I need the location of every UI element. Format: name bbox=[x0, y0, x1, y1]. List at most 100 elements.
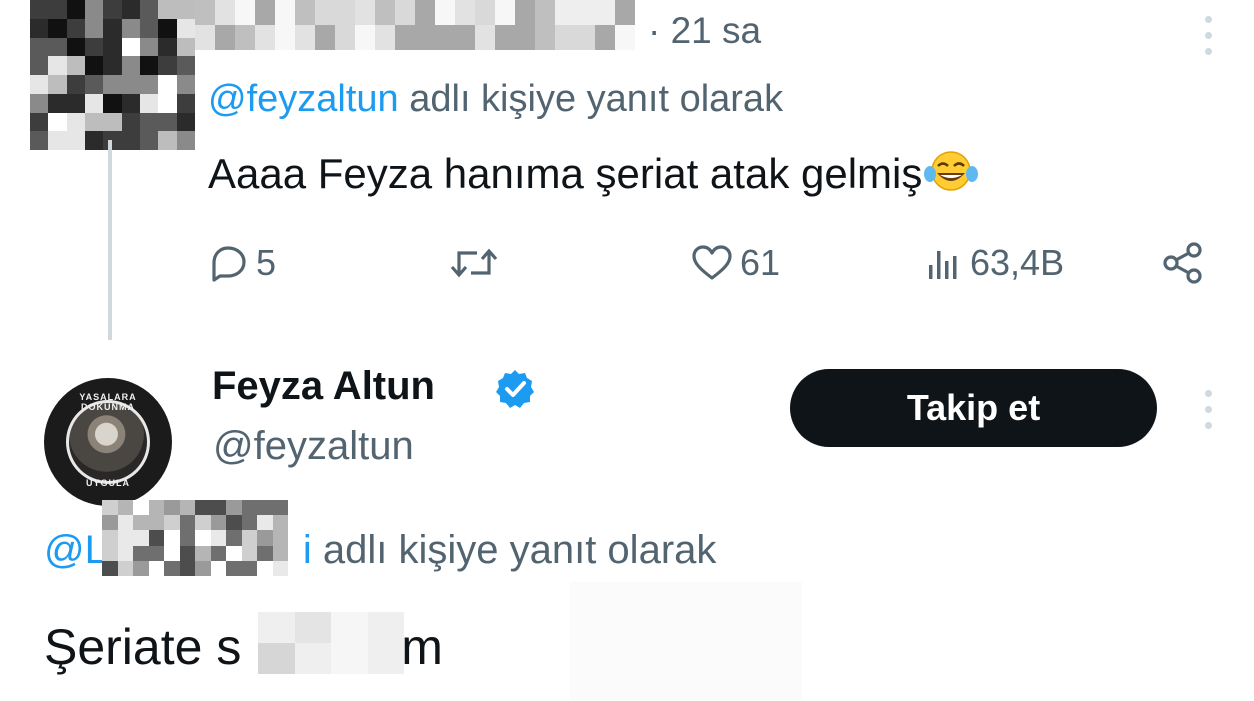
mosaic-tile bbox=[295, 25, 315, 50]
mosaic-tile bbox=[66, 131, 85, 150]
mosaic-tile bbox=[241, 500, 257, 516]
mosaic-tile bbox=[48, 56, 67, 75]
mosaic-tile bbox=[375, 25, 395, 50]
blurred-text bbox=[258, 612, 404, 674]
mosaic-tile bbox=[295, 0, 315, 25]
mosaic-tile bbox=[241, 545, 257, 561]
mosaic-tile bbox=[375, 0, 395, 25]
background-artifact bbox=[570, 582, 802, 700]
mosaic-tile bbox=[555, 0, 575, 25]
mosaic-tile bbox=[164, 500, 180, 516]
mosaic-tile bbox=[294, 612, 331, 643]
like-action[interactable]: 61 bbox=[690, 238, 780, 288]
share-action[interactable] bbox=[1160, 238, 1208, 288]
mosaic-tile bbox=[121, 112, 140, 132]
mosaic-tile bbox=[241, 515, 257, 531]
mosaic-tile bbox=[148, 545, 164, 561]
mosaic-tile bbox=[148, 515, 164, 531]
reply-action[interactable]: 5 bbox=[206, 238, 276, 288]
mosaic-tile bbox=[140, 75, 159, 94]
mosaic-tile bbox=[255, 25, 275, 50]
mosaic-tile bbox=[164, 560, 180, 576]
mosaic-tile bbox=[235, 0, 255, 25]
mosaic-tile bbox=[66, 18, 85, 38]
mosaic-tile bbox=[241, 530, 257, 546]
mosaic-tile bbox=[210, 530, 226, 546]
mosaic-tile bbox=[331, 643, 368, 674]
mosaic-tile bbox=[121, 37, 140, 57]
mosaic-tile bbox=[140, 0, 159, 19]
mosaic-tile bbox=[121, 93, 140, 113]
mosaic-tile bbox=[176, 75, 195, 94]
mosaic-tile bbox=[48, 18, 67, 38]
mosaic-tile bbox=[435, 25, 455, 50]
avatar-ring-text-top: YASALARA DOKUNMA bbox=[79, 392, 137, 412]
mosaic-tile bbox=[176, 18, 195, 38]
mosaic-tile bbox=[195, 515, 211, 531]
mosaic-tile bbox=[257, 560, 273, 576]
pixelated-author-name bbox=[195, 0, 635, 50]
mosaic-tile bbox=[176, 112, 195, 132]
mosaic-tile bbox=[85, 93, 104, 113]
mosaic-tile bbox=[272, 530, 288, 546]
mosaic-tile bbox=[495, 25, 515, 50]
mosaic-tile bbox=[102, 500, 118, 516]
mosaic-tile bbox=[66, 0, 85, 19]
mosaic-tile bbox=[164, 530, 180, 546]
mosaic-tile bbox=[615, 25, 635, 50]
mosaic-tile bbox=[133, 545, 149, 561]
mosaic-tile bbox=[257, 500, 273, 516]
mosaic-tile bbox=[275, 0, 295, 25]
mosaic-tile bbox=[615, 0, 635, 25]
replying-to-mention[interactable]: @feyzaltun bbox=[208, 78, 399, 120]
follow-button[interactable]: Takip et bbox=[790, 369, 1157, 447]
mosaic-tile bbox=[140, 56, 159, 75]
mosaic-tile bbox=[158, 93, 177, 113]
replying-to-label: @feyzaltun adlı kişiye yanıt olarak bbox=[208, 78, 784, 120]
mosaic-tile bbox=[367, 643, 404, 674]
mosaic-tile bbox=[176, 93, 195, 113]
mosaic-tile bbox=[30, 37, 49, 57]
mosaic-tile bbox=[30, 112, 49, 132]
more-options-icon[interactable] bbox=[1198, 16, 1218, 56]
mosaic-tile bbox=[85, 0, 104, 19]
mosaic-tile bbox=[176, 0, 195, 19]
mosaic-tile bbox=[117, 560, 133, 576]
mosaic-tile bbox=[535, 25, 555, 50]
mosaic-tile bbox=[179, 545, 195, 561]
mosaic-tile bbox=[395, 0, 415, 25]
retweet-action[interactable] bbox=[447, 238, 507, 288]
mosaic-tile bbox=[30, 56, 49, 75]
mosaic-tile bbox=[66, 56, 85, 75]
mosaic-tile bbox=[415, 0, 435, 25]
mosaic-tile bbox=[210, 515, 226, 531]
mosaic-tile bbox=[315, 25, 335, 50]
mosaic-tile bbox=[164, 545, 180, 561]
mosaic-tile bbox=[158, 37, 177, 57]
author-handle[interactable]: @feyzaltun bbox=[213, 424, 414, 469]
mosaic-tile bbox=[176, 37, 195, 57]
mosaic-tile bbox=[435, 0, 455, 25]
mosaic-tile bbox=[195, 545, 211, 561]
views-chart-icon bbox=[929, 251, 957, 279]
pixelated-mention bbox=[102, 500, 288, 576]
mosaic-tile bbox=[103, 131, 122, 150]
views-action[interactable]: 63,4B bbox=[924, 238, 1064, 288]
mosaic-tile bbox=[272, 500, 288, 516]
mosaic-tile bbox=[210, 560, 226, 576]
tweet-timestamp[interactable]: · 21 sa bbox=[648, 10, 761, 52]
mosaic-tile bbox=[241, 560, 257, 576]
mosaic-tile bbox=[66, 112, 85, 132]
mosaic-tile bbox=[121, 0, 140, 19]
more-options-icon[interactable] bbox=[1198, 390, 1218, 430]
mosaic-tile bbox=[595, 25, 615, 50]
mosaic-tile bbox=[148, 530, 164, 546]
mosaic-tile bbox=[133, 560, 149, 576]
retweet-icon bbox=[450, 248, 498, 278]
mosaic-tile bbox=[85, 131, 104, 150]
mosaic-tile bbox=[48, 37, 67, 57]
mosaic-tile bbox=[272, 545, 288, 561]
author-display-name[interactable]: Feyza Altun bbox=[212, 364, 435, 409]
mosaic-tile bbox=[272, 515, 288, 531]
mosaic-tile bbox=[103, 37, 122, 57]
